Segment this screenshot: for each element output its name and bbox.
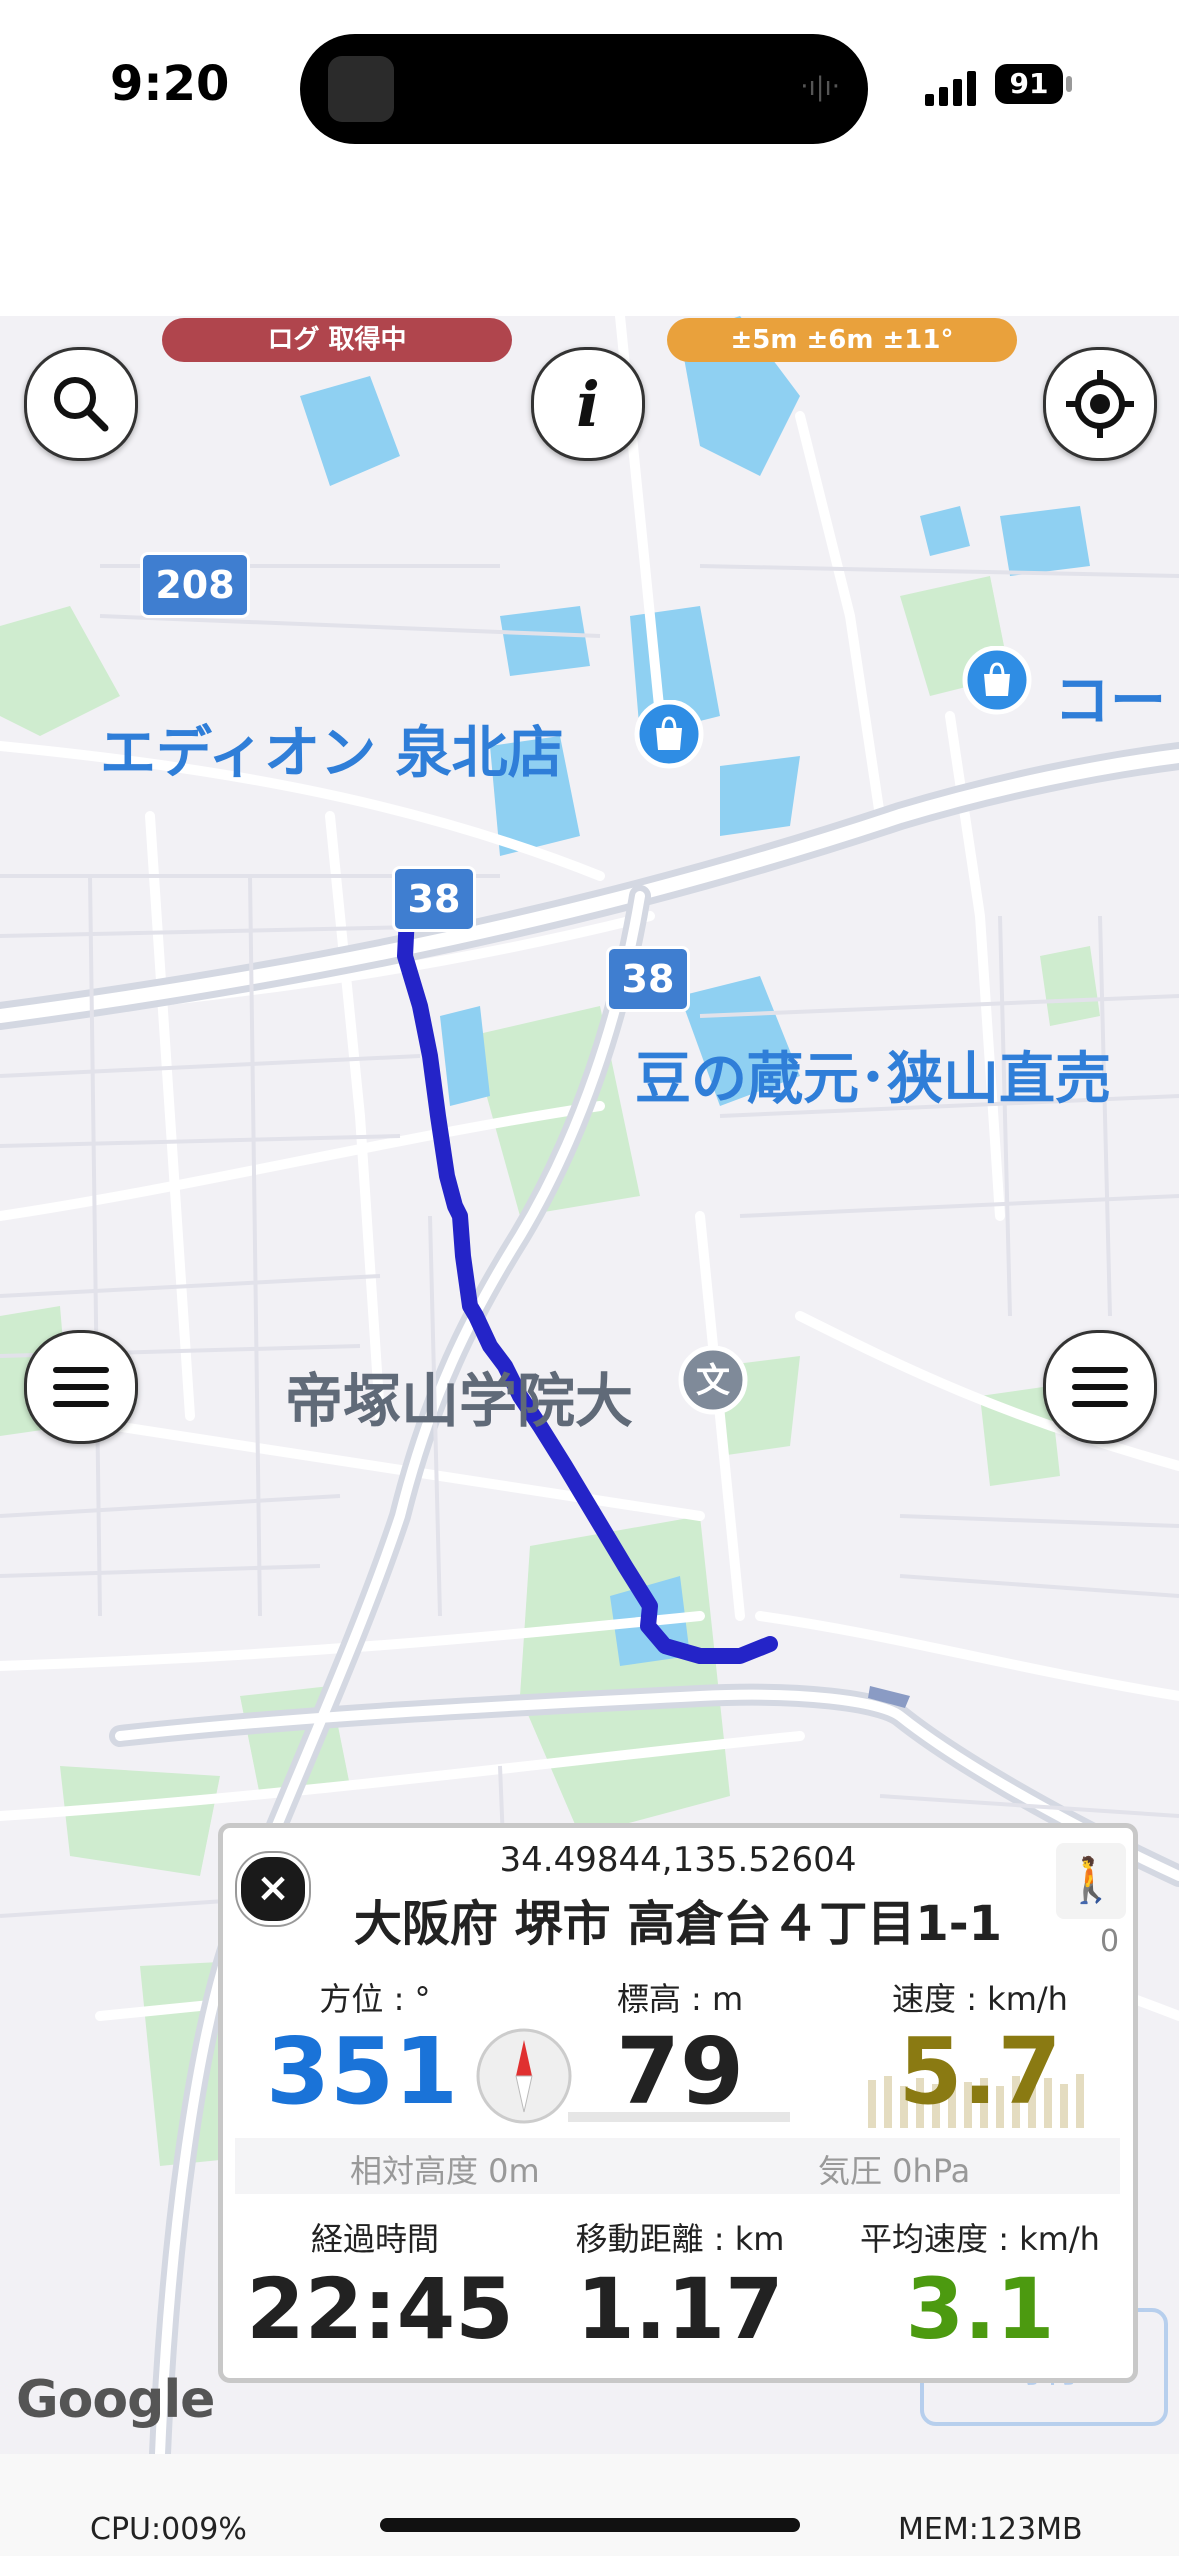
hamburger-menu-icon bbox=[53, 1367, 109, 1407]
elapsed-time-value: 22:45 bbox=[246, 2260, 514, 2358]
svg-text:i: i bbox=[576, 368, 600, 441]
heading-value: 351 bbox=[265, 2018, 459, 2125]
poi-label-mame[interactable]: 豆の蔵元･狭山直売 bbox=[635, 1034, 1111, 1115]
address-text: 大阪府 堺市 高倉台４丁目1-1 bbox=[353, 1896, 1003, 1952]
relative-altitude-text: 相対高度 0m bbox=[350, 2152, 540, 2190]
speed-value: 5.7 bbox=[898, 2018, 1062, 2125]
battery-level: 91 bbox=[995, 64, 1063, 104]
crosshair-location-icon bbox=[1066, 370, 1134, 438]
svg-text:文: 文 bbox=[696, 1361, 730, 1401]
battery-tip bbox=[1066, 76, 1072, 92]
current-location-button[interactable] bbox=[1043, 347, 1157, 461]
distance-label: 移動距離 : km bbox=[575, 2220, 785, 2258]
route-shield-208: 208 bbox=[140, 552, 250, 618]
hamburger-menu-icon-right bbox=[1072, 1367, 1128, 1407]
shopping-bag-pin-icon[interactable] bbox=[634, 700, 704, 780]
heading-label: 方位 : ° bbox=[319, 1980, 431, 2018]
average-speed-value: 3.1 bbox=[905, 2260, 1055, 2358]
average-speed-label: 平均速度 : km/h bbox=[860, 2220, 1100, 2258]
accuracy-status-pill: ±5m ±6m ±11° bbox=[667, 318, 1017, 362]
cpu-usage-text: CPU:009% bbox=[90, 2512, 247, 2547]
info-icon: i bbox=[576, 368, 600, 441]
poi-label-ko[interactable]: コー bbox=[1054, 656, 1166, 737]
altitude-value: 79 bbox=[615, 2018, 745, 2125]
altitude-bar bbox=[568, 2112, 790, 2122]
search-icon bbox=[54, 377, 109, 432]
google-logo: Google bbox=[16, 2370, 215, 2430]
dynamic-island: ·ı|ı· bbox=[300, 34, 868, 144]
shopping-bag-pin-icon-2[interactable] bbox=[962, 646, 1032, 726]
island-app-icon bbox=[328, 56, 394, 122]
altitude-label: 標高 : m bbox=[616, 1980, 744, 2018]
route-shield-38a: 38 bbox=[392, 866, 476, 932]
pressure-text: 気圧 0hPa bbox=[818, 2152, 971, 2190]
elapsed-time-label: 経過時間 bbox=[310, 2220, 439, 2258]
coordinates-text: 34.49844,135.52604 bbox=[499, 1840, 857, 1880]
right-menu-button[interactable] bbox=[1043, 1330, 1157, 1444]
speed-label: 速度 : km/h bbox=[892, 1980, 1068, 2018]
status-time: 9:20 bbox=[110, 56, 230, 112]
distance-value: 1.17 bbox=[576, 2260, 784, 2358]
status-bar: 9:20 ·ı|ı· 91 bbox=[0, 0, 1179, 316]
poi-label-tezukayama[interactable]: 帝塚山学院大 bbox=[285, 1354, 633, 1438]
route-shield-38b: 38 bbox=[606, 946, 690, 1012]
school-pin-icon[interactable]: 文 bbox=[678, 1346, 748, 1426]
cellular-signal-icon bbox=[925, 71, 976, 106]
info-button[interactable]: i bbox=[531, 347, 645, 461]
compass-icon bbox=[476, 2028, 572, 2124]
walking-person-icon[interactable]: 🚶 bbox=[1056, 1843, 1126, 1919]
step-count: 0 bbox=[1100, 1924, 1120, 1959]
logging-status-pill: ログ 取得中 bbox=[162, 318, 512, 362]
home-indicator[interactable] bbox=[380, 2518, 800, 2532]
memory-usage-text: MEM:123MB bbox=[898, 2512, 1083, 2547]
poi-label-edion[interactable]: エディオン 泉北店 bbox=[100, 708, 564, 789]
left-menu-button[interactable] bbox=[24, 1330, 138, 1444]
search-button[interactable] bbox=[24, 347, 138, 461]
island-activity-icon: ·ı|ı· bbox=[800, 72, 840, 102]
